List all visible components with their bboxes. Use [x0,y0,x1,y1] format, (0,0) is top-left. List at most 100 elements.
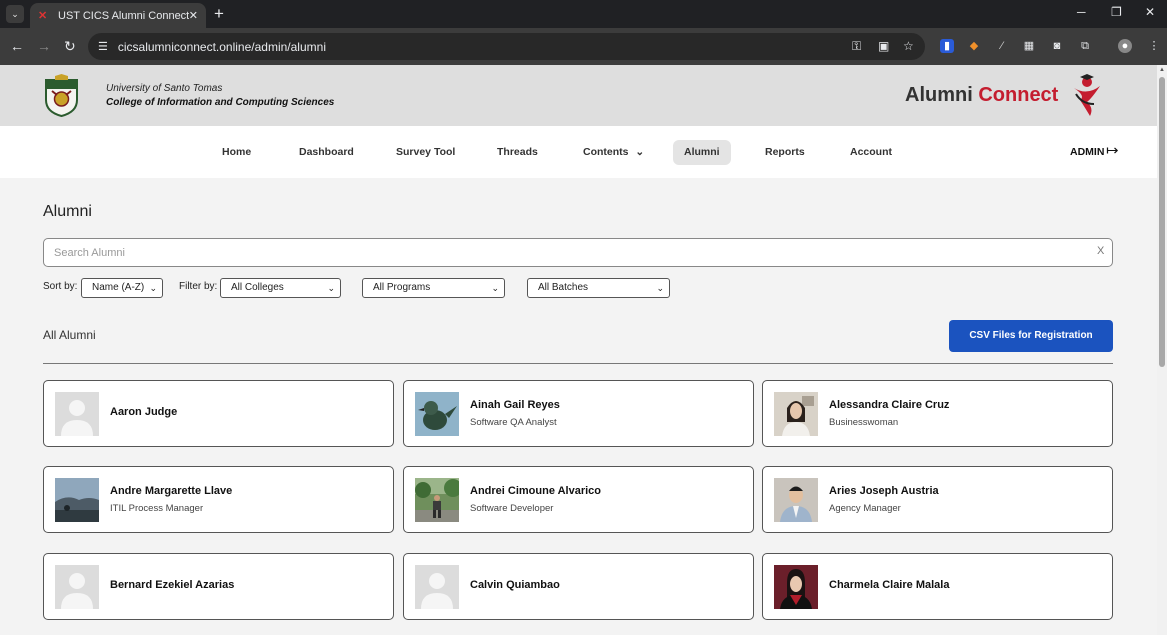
page-scrollbar[interactable]: ▲ [1157,65,1167,635]
reload-icon[interactable]: ↻ [64,38,76,54]
admin-label: ADMIN [1070,146,1105,158]
avatar [415,478,459,522]
alumni-card[interactable]: Andre Margarette Llave ITIL Process Manag… [43,466,394,533]
college-select-value: All Colleges [231,282,284,293]
nav-alumni[interactable]: Alumni [673,140,731,165]
extensions-puzzle-icon[interactable]: ⧉ [1078,39,1092,53]
eyedropper-icon[interactable]: ⁄ [995,39,1009,53]
alumni-card[interactable]: Ainah Gail Reyes Software QA Analyst [403,380,754,447]
brand-title: Alumni Connect [905,84,1058,107]
nav-reports[interactable]: Reports [754,140,816,165]
nav-contents-label: Contents [583,146,629,158]
scroll-thumb[interactable] [1159,77,1165,367]
nav-account[interactable]: Account [839,140,903,165]
alumni-card[interactable]: Aries Joseph Austria Agency Manager [762,466,1113,533]
site-header: University of Santo Tomas College of Inf… [0,65,1157,126]
restore-icon[interactable]: ❐ [1111,5,1122,19]
new-tab-plus-icon[interactable]: + [214,5,224,23]
search-clear-button[interactable]: X [1097,245,1104,257]
search-input[interactable] [43,238,1113,267]
avatar [415,392,459,436]
default-avatar-icon [415,565,459,609]
alumni-name: Alessandra Claire Cruz [829,399,950,411]
profile-avatar-icon[interactable]: ● [1118,39,1132,53]
tab-list-chevron-icon[interactable]: ⌄ [6,5,24,23]
avatar [55,478,99,522]
alumni-name: Ainah Gail Reyes [470,399,560,411]
alumni-name: Calvin Quiambao [470,579,560,591]
alumni-job: ITIL Process Manager [110,503,204,514]
alumni-job: Businesswoman [829,417,899,428]
chevron-down-icon: ⌄ [149,283,157,293]
minimize-icon[interactable]: ─ [1077,5,1086,19]
default-avatar-icon [55,565,99,609]
logout-icon[interactable]: ↦ [1106,141,1119,159]
browser-menu-icon[interactable]: ⋮ [1147,39,1161,53]
camera-icon[interactable]: ◙ [1050,39,1064,53]
bookmark-star-icon[interactable]: ☆ [903,39,914,53]
forward-arrow-icon[interactable]: → [37,38,51,54]
nav-contents[interactable]: Contents ⌄ [572,140,655,165]
browser-tab[interactable]: ✕ UST CICS Alumni Connect ✕ [30,3,206,28]
alumni-job: Software QA Analyst [470,417,557,428]
program-select-value: All Programs [373,282,431,293]
university-name: University of Santo Tomas [106,83,223,94]
filter-label: Filter by: [179,281,218,292]
chevron-down-icon: ⌄ [327,283,335,293]
nav-threads[interactable]: Threads [486,140,549,165]
qr-code-icon[interactable]: ▦ [1022,39,1036,53]
site-favicon-icon: ✕ [38,9,48,22]
site-settings-icon[interactable]: ☰ [98,40,108,53]
alumni-card[interactable]: Charmela Claire Malala [762,553,1113,620]
alumni-name: Andrei Cimoune Alvarico [470,485,602,497]
brand-accent: Connect [978,84,1059,106]
batch-select[interactable]: All Batches ⌄ [527,278,670,298]
chevron-down-icon: ⌄ [656,283,664,293]
chevron-down-icon: ⌄ [635,146,645,158]
alumni-connect-logo [1074,74,1100,116]
ust-crest-logo [45,74,78,117]
section-label: All Alumni [43,328,96,342]
nav-survey-tool[interactable]: Survey Tool [385,140,466,165]
default-avatar-icon [55,392,99,436]
alumni-name: Aries Joseph Austria [829,485,939,497]
avatar [774,392,818,436]
college-name: College of Information and Computing Sci… [106,97,335,108]
back-arrow-icon[interactable]: ← [10,38,24,54]
alumni-job: Software Developer [470,503,554,514]
address-bar[interactable]: ☰ cicsalumniconnect.online/admin/alumni … [88,33,925,60]
divider [43,363,1113,364]
cast-icon[interactable]: ▣ [878,39,889,53]
alumni-name: Charmela Claire Malala [829,579,950,591]
sort-select[interactable]: Name (A-Z) ⌄ [81,278,163,298]
avatar [774,565,818,609]
window-close-icon[interactable]: ✕ [1145,5,1155,19]
csv-registration-button[interactable]: CSV Files for Registration [949,320,1113,352]
program-select[interactable]: All Programs ⌄ [362,278,505,298]
brand-main: Alumni [905,84,973,106]
avatar [774,478,818,522]
alumni-card[interactable]: Bernard Ezekiel Azarias [43,553,394,620]
alumni-job: Agency Manager [829,503,901,514]
nav-home[interactable]: Home [211,140,262,165]
nav-dashboard[interactable]: Dashboard [288,140,365,165]
scroll-up-arrow-icon[interactable]: ▲ [1159,67,1165,73]
batch-select-value: All Batches [538,282,589,293]
extension-shield-icon[interactable]: ▮ [940,39,954,53]
password-key-icon[interactable]: ⚿ [852,39,861,54]
metamask-fox-icon[interactable]: ◆ [967,39,981,53]
browser-tabstrip: ⌄ ✕ UST CICS Alumni Connect ✕ + ─ ❐ ✕ [0,0,1167,28]
alumni-card[interactable]: Calvin Quiambao [403,553,754,620]
alumni-card[interactable]: Aaron Judge [43,380,394,447]
page-title: Alumni [43,203,92,220]
chevron-down-icon: ⌄ [491,283,499,293]
alumni-card[interactable]: Alessandra Claire Cruz Businesswoman [762,380,1113,447]
alumni-name: Bernard Ezekiel Azarias [110,579,235,591]
page: University of Santo Tomas College of Inf… [0,65,1157,635]
tab-close-icon[interactable]: ✕ [189,9,198,22]
alumni-card[interactable]: Andrei Cimoune Alvarico Software Develope… [403,466,754,533]
sort-label: Sort by: [43,281,78,292]
college-select[interactable]: All Colleges ⌄ [220,278,341,298]
alumni-name: Andre Margarette Llave [110,485,233,497]
main-navbar: Home Dashboard Survey Tool Threads Conte… [0,126,1157,178]
